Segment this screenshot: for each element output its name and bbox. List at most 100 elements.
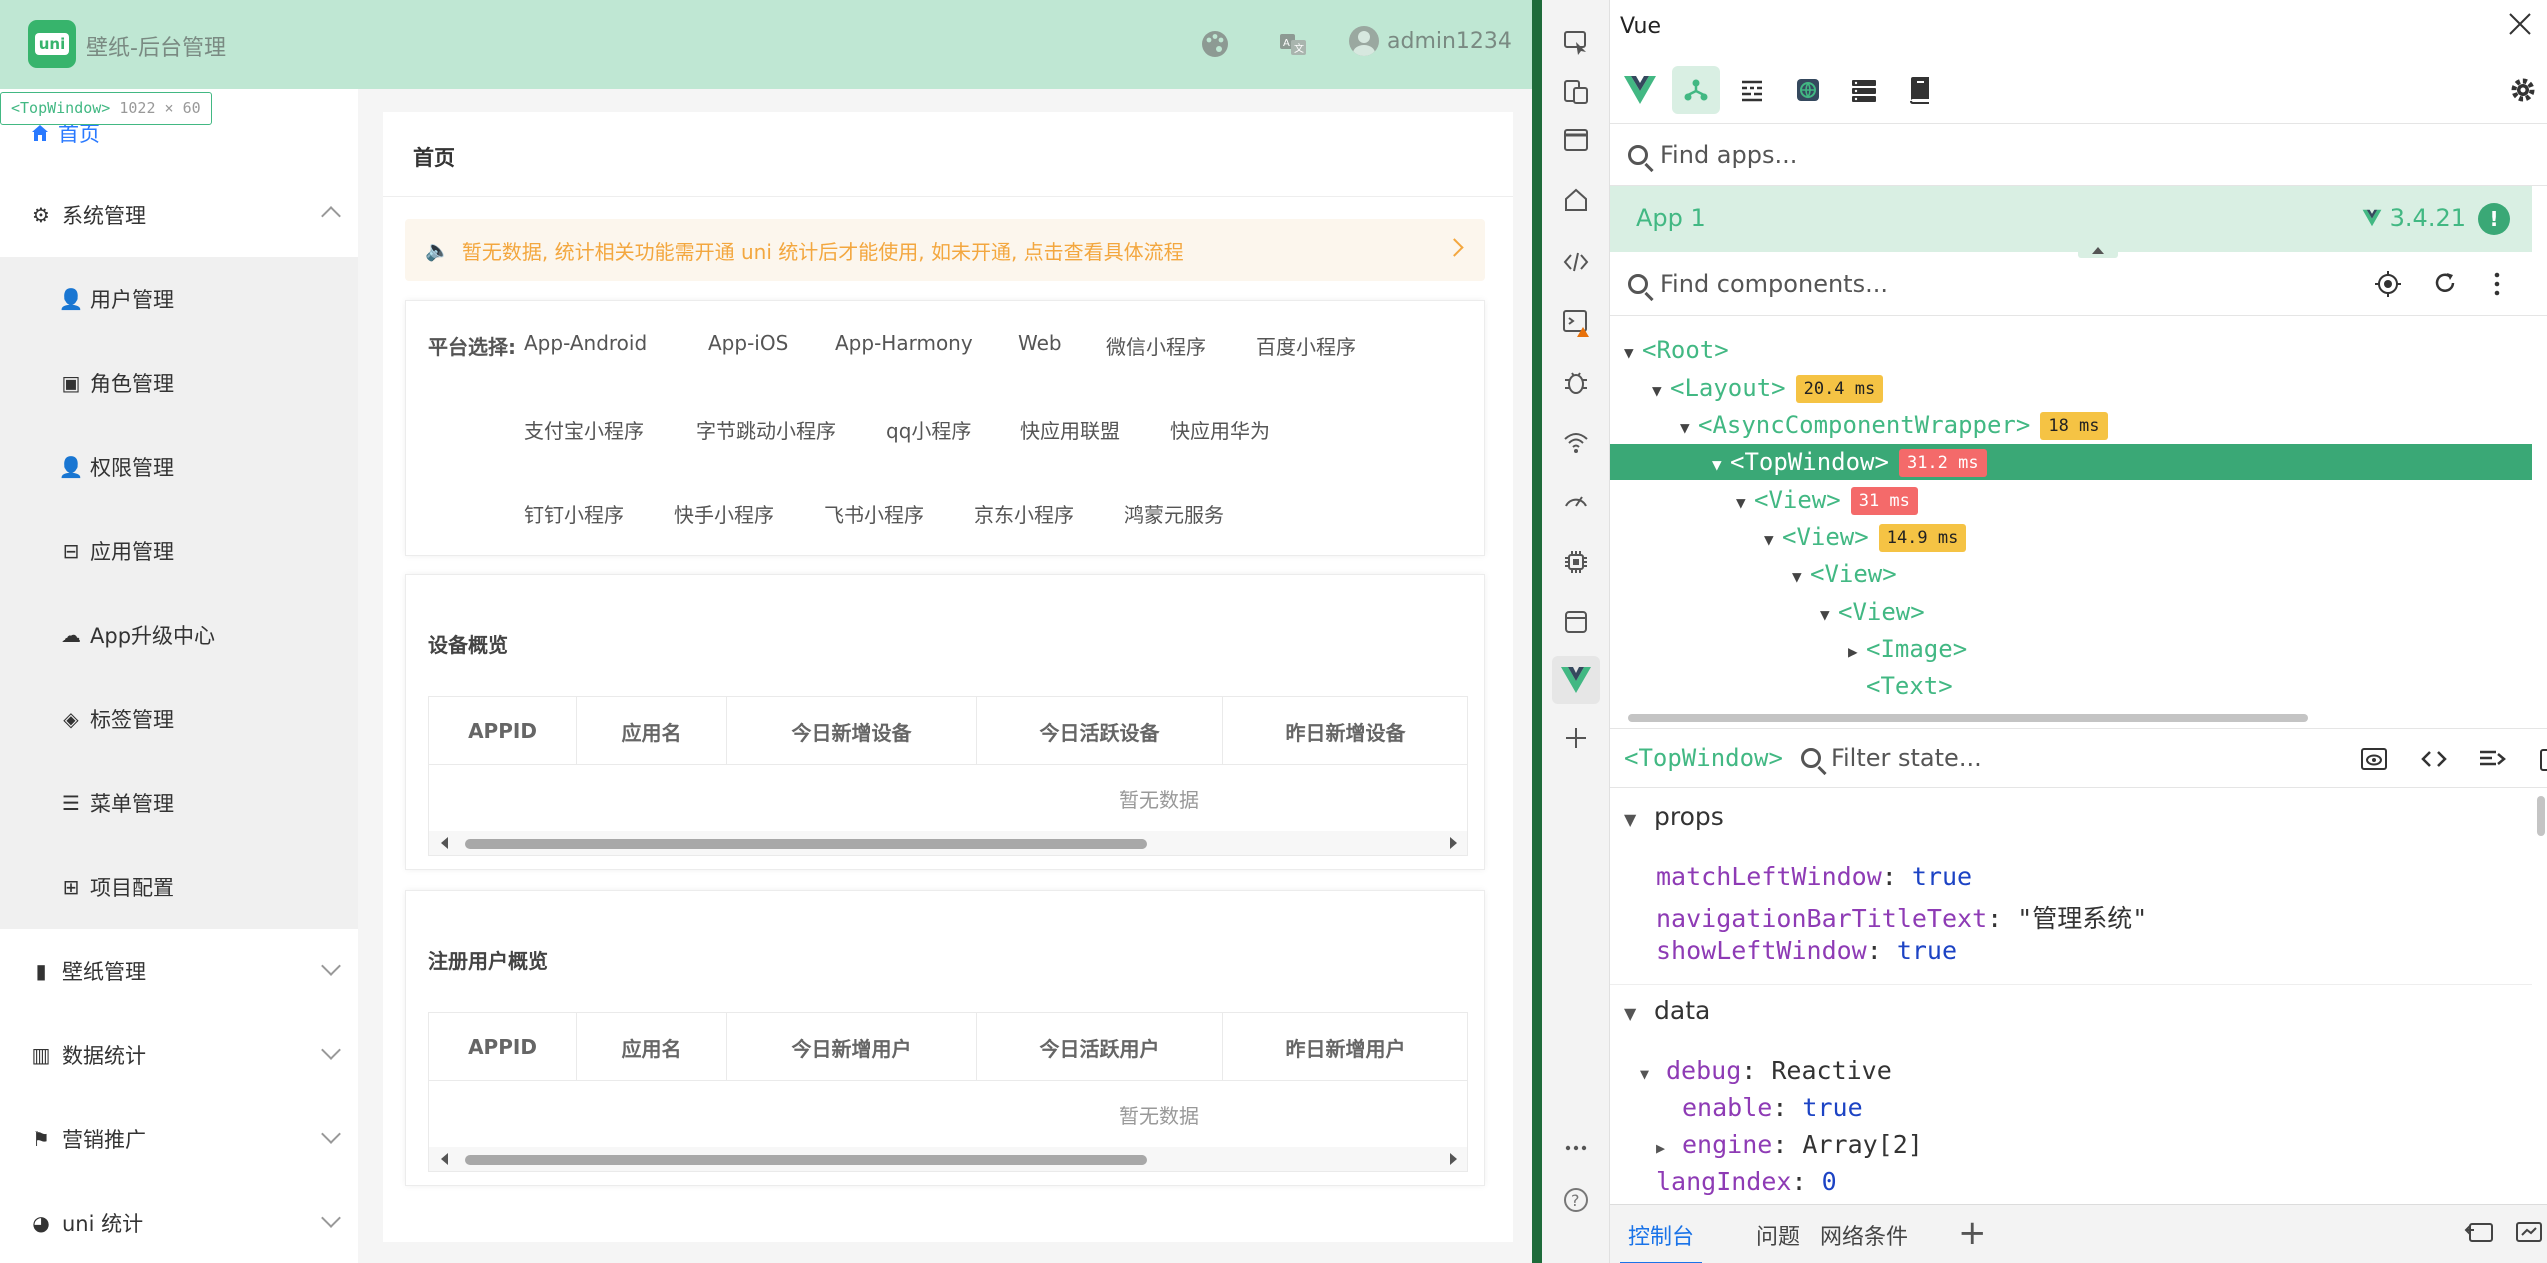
components-tab-icon[interactable] xyxy=(1672,66,1720,114)
scroll-left-icon[interactable] xyxy=(441,1153,448,1165)
tree-node[interactable]: ▼ <View> 31 ms xyxy=(1736,482,1918,518)
tree-node[interactable]: ▼ <View> xyxy=(1820,594,1925,630)
device-toggle-icon[interactable] xyxy=(1558,74,1594,110)
sidebar-item-tags[interactable]: ◈ 标签管理 xyxy=(0,677,358,761)
tree-node[interactable]: ▼ <Root> xyxy=(1624,332,1729,368)
code-icon[interactable] xyxy=(2418,743,2450,775)
platform-option[interactable]: 微信小程序 xyxy=(1106,331,1206,360)
inspect-icon[interactable] xyxy=(1558,24,1594,60)
undock-icon[interactable] xyxy=(2514,1219,2544,1247)
platform-option[interactable]: 钉钉小程序 xyxy=(524,499,624,528)
platform-option[interactable]: 快手小程序 xyxy=(674,499,774,528)
props-section-header[interactable]: ▼ props xyxy=(1624,802,1724,831)
find-components-search[interactable]: Find components... xyxy=(1610,252,2547,316)
vue-logo-icon[interactable] xyxy=(1616,66,1664,114)
select-component-icon[interactable] xyxy=(2374,270,2402,302)
platform-option[interactable]: App-Harmony xyxy=(835,331,973,355)
open-in-editor-icon[interactable] xyxy=(2536,743,2547,775)
memory-icon[interactable] xyxy=(1558,544,1594,580)
tree-node[interactable]: ▼ <AsyncComponentWrapper> 18 ms xyxy=(1680,407,2108,443)
tree-node[interactable]: ▼ <Layout> 20.4 ms xyxy=(1652,370,1884,406)
performance-icon[interactable] xyxy=(1558,482,1594,518)
horizontal-scrollbar[interactable] xyxy=(429,1147,1467,1171)
state-prop[interactable]: showLeftWindow: true xyxy=(1656,936,1957,965)
more-icon[interactable] xyxy=(1558,1130,1594,1166)
refresh-icon[interactable] xyxy=(2432,270,2458,300)
tree-node[interactable]: ▼ <View> xyxy=(1792,556,1897,592)
plus-icon[interactable] xyxy=(1558,720,1594,756)
platform-option[interactable]: 快应用华为 xyxy=(1170,415,1270,444)
platform-option[interactable]: 京东小程序 xyxy=(974,499,1074,528)
network-icon[interactable] xyxy=(1558,424,1594,460)
state-prop[interactable]: matchLeftWindow: true xyxy=(1656,862,1972,891)
sidebar-item-apps[interactable]: ⊟ 应用管理 xyxy=(0,509,358,593)
platform-option[interactable]: 飞书小程序 xyxy=(824,499,924,528)
vue-devtools-icon[interactable] xyxy=(1552,656,1600,704)
help-icon[interactable]: ? xyxy=(1558,1182,1594,1218)
tree-node[interactable]: ▶ <Image> xyxy=(1848,631,1967,667)
app-selector[interactable]: App 1 3.4.21 ! xyxy=(1610,186,2532,258)
application-icon[interactable] xyxy=(1558,604,1594,640)
sidebar-item-upgrade[interactable]: ☁ App升级中心 xyxy=(0,593,358,677)
state-vertical-scrollbar[interactable] xyxy=(2537,796,2545,836)
pinia-tab-icon[interactable] xyxy=(1784,66,1832,114)
dock-icon[interactable] xyxy=(2464,1219,2494,1247)
tree-node-selected[interactable]: ▼ <TopWindow> 31.2 ms xyxy=(1610,444,2532,480)
tree-node[interactable]: <Text> xyxy=(1866,668,1953,704)
add-tab-button[interactable]: + xyxy=(1958,1213,1987,1253)
close-button[interactable] xyxy=(2507,10,2533,45)
scroll-right-icon[interactable] xyxy=(1450,1153,1457,1165)
sidebar-item-system[interactable]: ⚙ 系统管理 xyxy=(0,173,358,257)
scroll-thumb[interactable] xyxy=(465,839,1147,849)
warning-icon[interactable]: ! xyxy=(2478,203,2510,235)
language-icon[interactable]: A文 xyxy=(1276,28,1310,62)
window-divider[interactable] xyxy=(1532,0,1542,1263)
horizontal-scrollbar[interactable] xyxy=(429,831,1467,855)
notice-bar[interactable]: 🔈 暂无数据, 统计相关功能需开通 uni 统计后才能使用, 如未开通, 点击查… xyxy=(405,219,1485,281)
scroll-to-component-icon[interactable] xyxy=(2358,743,2390,775)
scroll-right-icon[interactable] xyxy=(1450,837,1457,849)
user-menu[interactable]: admin1234 xyxy=(1349,26,1512,56)
state-prop[interactable]: enable: true xyxy=(1682,1093,1863,1122)
sidebar-item-roles[interactable]: ▣ 角色管理 xyxy=(0,341,358,425)
sidebar-item-permissions[interactable]: 👤 权限管理 xyxy=(0,425,358,509)
tree-horizontal-scrollbar[interactable] xyxy=(1628,714,2308,722)
timeline-tab-icon[interactable] xyxy=(1728,66,1776,114)
sidebar-item-users[interactable]: 👤 用户管理 xyxy=(0,257,358,341)
more-vertical-icon[interactable] xyxy=(2490,270,2504,302)
sidebar-item-marketing[interactable]: ⚑ 营销推广 xyxy=(0,1097,358,1181)
sidebar-item-menus[interactable]: ☰ 菜单管理 xyxy=(0,761,358,845)
palette-icon[interactable] xyxy=(1198,28,1232,62)
platform-option[interactable]: 鸿蒙元服务 xyxy=(1124,499,1224,528)
home-icon[interactable] xyxy=(1558,182,1594,218)
sidebar-item-uni-stats[interactable]: ◕ uni 统计 xyxy=(0,1181,358,1263)
platform-option[interactable]: 百度小程序 xyxy=(1256,331,1356,360)
state-prop[interactable]: ▶ engine: Array[2] xyxy=(1656,1130,1923,1159)
sidebar-item-config[interactable]: ⊞ 项目配置 xyxy=(0,845,358,929)
inspect-dom-icon[interactable] xyxy=(2476,743,2508,775)
tab-issues[interactable]: 问题 xyxy=(1756,1219,1800,1251)
settings-gear-icon[interactable] xyxy=(2499,66,2547,114)
sidebar-item-wallpaper[interactable]: ▮ 壁纸管理 xyxy=(0,929,358,1013)
state-prop[interactable]: langIndex: 0 xyxy=(1656,1167,1837,1196)
console-icon[interactable] xyxy=(1558,304,1594,340)
platform-option[interactable]: qq小程序 xyxy=(886,415,971,444)
tree-node[interactable]: ▼ <View> 14.9 ms xyxy=(1764,519,1967,555)
settings-book-icon[interactable] xyxy=(1896,66,1944,114)
tab-network-conditions[interactable]: 网络条件 xyxy=(1820,1219,1908,1251)
platform-option[interactable]: Web xyxy=(1018,331,1062,355)
filter-state-input[interactable]: Filter state... xyxy=(1831,744,1982,772)
platform-option[interactable]: 支付宝小程序 xyxy=(524,415,644,444)
sidebar-item-stats[interactable]: ▥ 数据统计 xyxy=(0,1013,358,1097)
platform-option[interactable]: App-Android xyxy=(524,331,647,355)
elements-icon[interactable] xyxy=(1558,244,1594,280)
bug-icon[interactable] xyxy=(1558,364,1594,400)
platform-option[interactable]: 字节跳动小程序 xyxy=(696,415,836,444)
data-section-header[interactable]: ▼ data xyxy=(1624,996,1710,1025)
platform-option[interactable]: App-iOS xyxy=(708,331,788,355)
tab-console[interactable]: 控制台 xyxy=(1619,1219,1703,1263)
state-prop[interactable]: ▼ debug: Reactive xyxy=(1640,1056,1892,1085)
router-tab-icon[interactable] xyxy=(1840,66,1888,114)
scroll-thumb[interactable] xyxy=(465,1155,1147,1165)
state-prop[interactable]: navigationBarTitleText: "管理系统" xyxy=(1656,899,2147,935)
